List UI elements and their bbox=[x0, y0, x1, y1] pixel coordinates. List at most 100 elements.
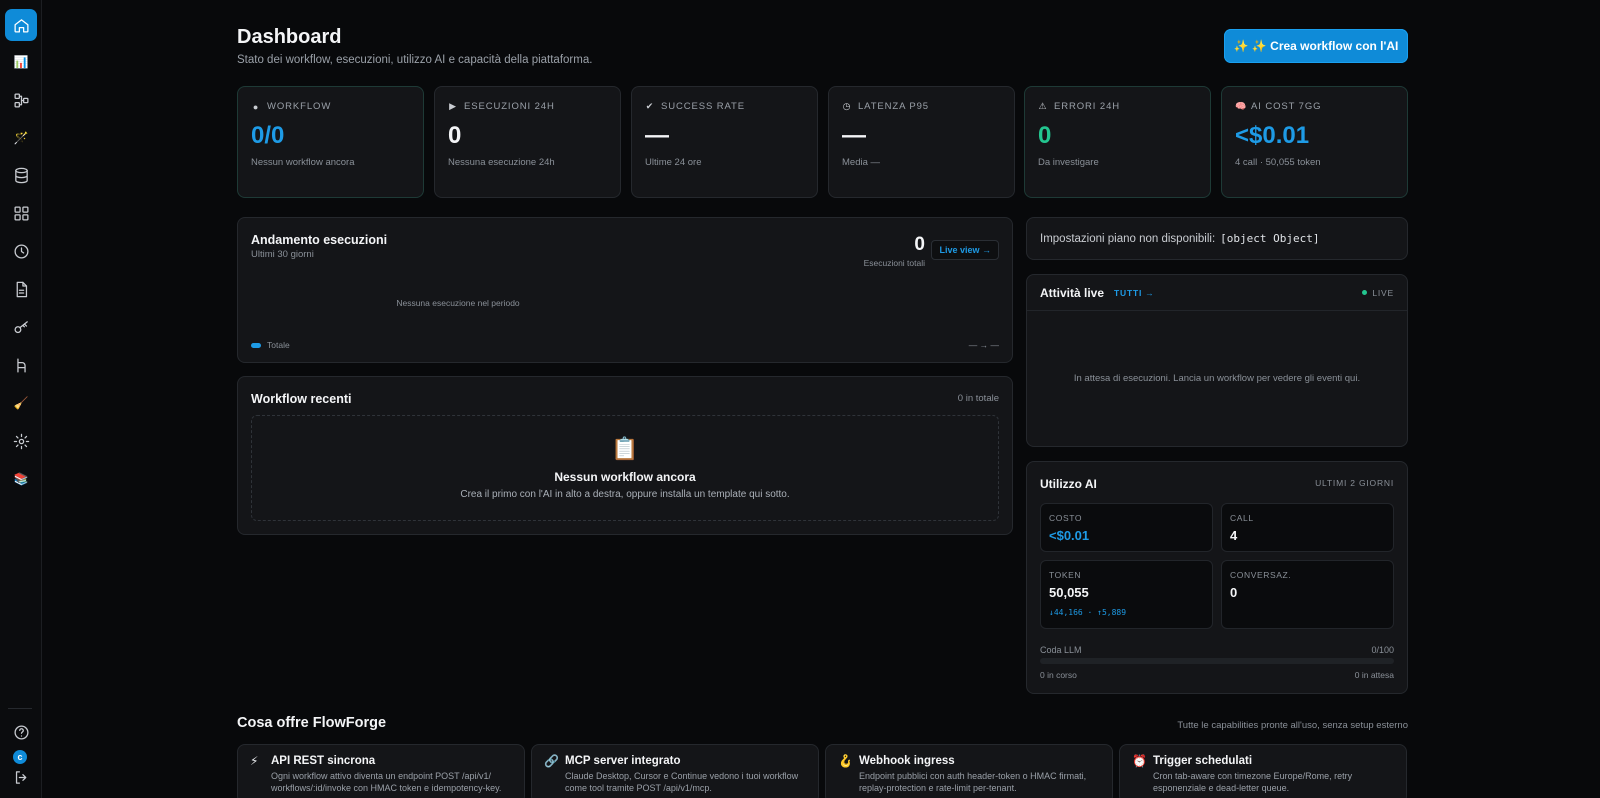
kpi-card-latency[interactable]: ◷ LATENZA P95 — Media — bbox=[828, 86, 1015, 198]
kpi-value: 0 bbox=[448, 122, 462, 149]
stat-cost: COSTO <$0.01 bbox=[1040, 503, 1213, 552]
database-icon[interactable] bbox=[5, 159, 37, 191]
feature-card-webhook[interactable]: 🪝 Webhook ingress Endpoint pubblici con … bbox=[825, 744, 1113, 798]
kpi-card-workflow[interactable]: ● WORKFLOW 0/0 Nessun workflow ancora bbox=[237, 86, 424, 198]
kpi-label: ESECUZIONI 24H bbox=[464, 101, 555, 112]
live-view-button[interactable]: Live view → bbox=[931, 240, 999, 260]
executions-panel: Andamento esecuzioni Ultimi 30 giorni 0 … bbox=[237, 217, 1013, 363]
empty-title: Nessun workflow ancora bbox=[554, 470, 696, 484]
recent-empty-state: 📋 Nessun workflow ancora Crea il primo c… bbox=[251, 415, 999, 521]
gear-icon[interactable] bbox=[5, 425, 37, 457]
feature-description: Endpoint pubblici con auth header-token … bbox=[859, 771, 1087, 793]
features-title: Cosa offre FlowForge bbox=[237, 715, 387, 731]
stat-value: <$0.01 bbox=[1049, 528, 1090, 543]
kpi-card-success-rate[interactable]: ✔ SUCCESS RATE — Ultime 24 ore bbox=[631, 86, 818, 198]
dot-icon: ● bbox=[252, 101, 260, 112]
empty-text: Crea il primo con l'AI in alto a destra,… bbox=[460, 489, 790, 500]
warning-icon: ⚠ bbox=[1038, 101, 1048, 111]
stat-value: 0 bbox=[1230, 585, 1238, 600]
kpi-value: <$0.01 bbox=[1235, 122, 1310, 149]
ai-usage-title: Utilizzo AI bbox=[1040, 477, 1097, 491]
plan-error-code: [object Object] bbox=[1220, 232, 1320, 245]
queue-running: 0 in corso bbox=[1040, 670, 1077, 680]
features-note: Tutte le capabilities pronte all'uso, se… bbox=[1177, 720, 1408, 731]
kpi-sub: Media — bbox=[842, 157, 881, 168]
executions-total-label: Esecuzioni totali bbox=[863, 258, 925, 268]
ai-usage-period: ULTIMI 2 GIORNI bbox=[1315, 478, 1394, 488]
feature-card-mcp-server[interactable]: 🔗 MCP server integrato Claude Desktop, C… bbox=[531, 744, 819, 798]
sidebar-divider bbox=[8, 708, 32, 709]
help-icon[interactable] bbox=[5, 716, 37, 748]
ai-usage-panel: Utilizzo AI ULTIMI 2 GIORNI COSTO <$0.01… bbox=[1026, 461, 1408, 694]
key-icon[interactable] bbox=[5, 311, 37, 343]
kpi-card-executions[interactable]: ▶ ESECUZIONI 24H 0 Nessuna esecuzione 24h bbox=[434, 86, 621, 198]
hook-icon: 🪝 bbox=[838, 754, 853, 768]
queue-progress-bar bbox=[1040, 658, 1394, 664]
kpi-sub: Da investigare bbox=[1038, 157, 1099, 168]
stat-calls: CALL 4 bbox=[1221, 503, 1394, 552]
create-workflow-ai-button[interactable]: ✨ ✨ Crea workflow con l'AI bbox=[1224, 29, 1408, 63]
token-breakdown: ↓44,166 · ↑5,889 bbox=[1049, 608, 1127, 617]
plan-settings-notice: Impostazioni piano non disponibili: [obj… bbox=[1026, 217, 1408, 260]
stat-conversations: CONVERSAZ. 0 bbox=[1221, 560, 1394, 629]
feature-title: Webhook ingress bbox=[859, 755, 955, 767]
alarm-clock-icon: ⏰ bbox=[1132, 754, 1147, 768]
workflow-icon[interactable] bbox=[5, 84, 37, 116]
stat-tokens: TOKEN 50,055 ↓44,166 · ↑5,889 bbox=[1040, 560, 1213, 629]
stat-label: COSTO bbox=[1049, 513, 1083, 523]
feature-description: Claude Desktop, Cursor e Continue vedono… bbox=[565, 771, 799, 793]
grid-icon[interactable] bbox=[5, 197, 37, 229]
feature-card-api-rest[interactable]: ⚡ API REST sincrona Ogni workflow attivo… bbox=[237, 744, 525, 798]
branch-icon[interactable] bbox=[5, 349, 37, 381]
stat-value: 4 bbox=[1230, 528, 1238, 543]
stat-label: CALL bbox=[1230, 513, 1254, 523]
live-activity-panel: Attività live TUTTI → LIVE In attesa di … bbox=[1026, 274, 1408, 447]
broom-icon[interactable]: 🧹 bbox=[5, 387, 37, 419]
stat-label: TOKEN bbox=[1049, 570, 1082, 580]
sidebar: 📊 🪄 🧹 📚 c bbox=[0, 0, 42, 798]
executions-title: Andamento esecuzioni bbox=[251, 233, 388, 247]
kpi-value: — bbox=[842, 122, 866, 149]
clock-icon[interactable] bbox=[5, 235, 37, 267]
kpi-sub: Nessun workflow ancora bbox=[251, 157, 355, 168]
kpi-label: SUCCESS RATE bbox=[661, 101, 745, 112]
recent-workflows-title: Workflow recenti bbox=[251, 392, 352, 406]
kpi-card-errors[interactable]: ⚠ ERRORI 24H 0 Da investigare bbox=[1024, 86, 1211, 198]
document-icon[interactable] bbox=[5, 273, 37, 305]
kpi-sub: Ultime 24 ore bbox=[645, 157, 702, 168]
home-icon[interactable] bbox=[5, 9, 37, 41]
live-status: LIVE bbox=[1362, 288, 1394, 298]
play-icon: ▶ bbox=[449, 101, 457, 111]
live-empty-message: In attesa di esecuzioni. Lancia un workf… bbox=[1073, 373, 1361, 384]
kpi-value: 0 bbox=[1038, 122, 1052, 149]
live-activity-header: Attività live TUTTI → LIVE bbox=[1027, 275, 1407, 311]
brain-icon: 🧠 bbox=[1235, 101, 1248, 111]
feature-title: MCP server integrato bbox=[565, 755, 681, 767]
magic-wand-icon[interactable]: 🪄 bbox=[5, 122, 37, 154]
kpi-label: LATENZA P95 bbox=[858, 101, 929, 112]
live-dot-icon bbox=[1362, 290, 1368, 295]
legend-label: Totale bbox=[267, 340, 290, 350]
chart-date-range: — → — bbox=[968, 340, 999, 350]
chart-empty-message: Nessuna esecuzione nel periodo bbox=[396, 298, 520, 308]
kpi-label: AI COST 7GG bbox=[1251, 101, 1322, 112]
feature-description: Ogni workflow attivo diventa un endpoint… bbox=[271, 771, 502, 793]
kpi-value: — bbox=[645, 122, 669, 149]
recent-workflows-panel: Workflow recenti 0 in totale 📋 Nessun wo… bbox=[237, 376, 1013, 535]
timer-icon: ◷ bbox=[842, 101, 852, 111]
kpi-sub: 4 call · 50,055 token bbox=[1235, 157, 1321, 168]
legend-swatch bbox=[251, 342, 261, 348]
page-subtitle: Stato dei workflow, esecuzioni, utilizzo… bbox=[237, 54, 593, 66]
chart-icon[interactable]: 📊 bbox=[5, 46, 37, 78]
feature-description: Cron tab-aware con timezone Europe/Rome,… bbox=[1153, 771, 1353, 793]
view-all-link[interactable]: TUTTI → bbox=[1114, 288, 1155, 298]
books-icon[interactable]: 📚 bbox=[5, 463, 37, 495]
feature-title: Trigger schedulati bbox=[1153, 755, 1253, 767]
stat-value: 50,055 bbox=[1049, 585, 1089, 600]
chart-legend: Totale bbox=[251, 340, 290, 350]
executions-total: 0 bbox=[914, 234, 925, 255]
logout-icon[interactable] bbox=[5, 761, 37, 793]
feature-card-scheduled-triggers[interactable]: ⏰ Trigger schedulati Cron tab-aware con … bbox=[1119, 744, 1407, 798]
kpi-card-ai-cost[interactable]: 🧠 AI COST 7GG <$0.01 4 call · 50,055 toke… bbox=[1221, 86, 1408, 198]
recent-workflows-count: 0 in totale bbox=[957, 393, 999, 404]
